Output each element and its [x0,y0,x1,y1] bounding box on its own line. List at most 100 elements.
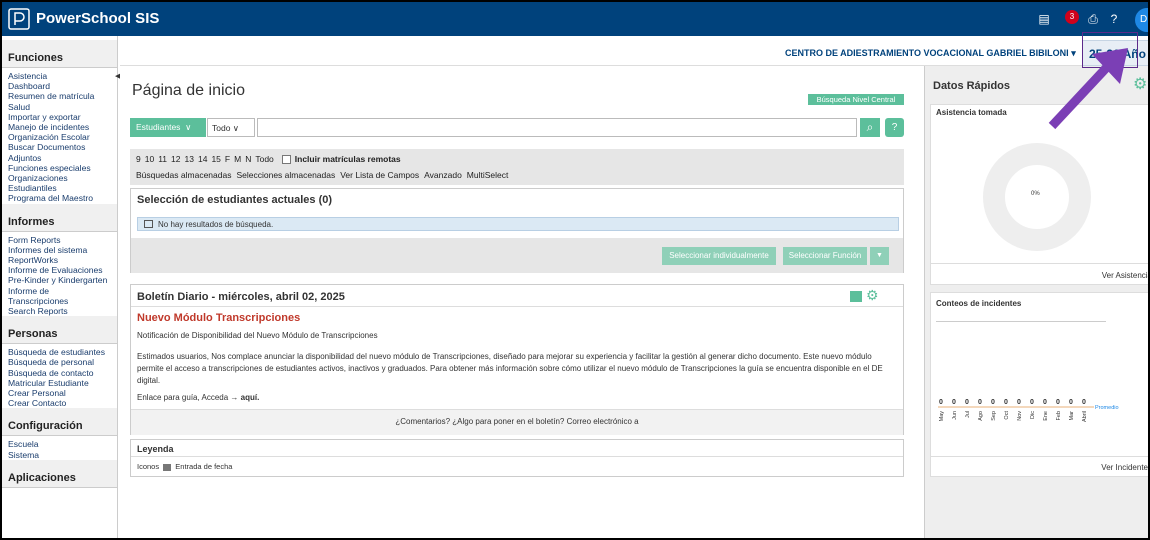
page-title: Página de inicio [132,82,245,99]
legend-icons-label: Iconos [137,462,160,471]
search-link[interactable]: Ver Lista de Campos [340,170,419,180]
select-individually-button[interactable]: Seleccionar individualmente [662,247,776,265]
sidebar-item[interactable]: Búsqueda de contacto [2,368,117,378]
notification-badge[interactable]: 3 [1065,10,1079,24]
grade-filter[interactable]: M [234,154,241,164]
grade-filter[interactable]: 11 [158,154,167,164]
school-bar: CENTRO DE ADIESTRAMIENTO VOCACIONAL GABR… [120,36,1148,66]
tick-label: Abril [1082,411,1088,422]
sidebar-section-title: Informes [2,203,117,232]
grade-filter[interactable]: 15 [211,154,220,164]
daily-bulletin: Boletín Diario - miércoles, abril 02, 20… [130,284,904,435]
gear-icon[interactable]: ⚙ [1133,74,1147,94]
search-link[interactable]: Selecciones almacenadas [236,170,335,180]
tick-label: Dic [1030,411,1036,419]
guide-text: Enlace para guía, Acceda → [137,393,239,402]
select-function-button[interactable]: Seleccionar Función [783,247,867,265]
incidents-panel: Conteos de incidentes 0 May 0 Jun 0 Jul 0 Ago 0 S… [930,292,1148,477]
function-dropdown-button[interactable]: ▼ [870,247,889,265]
bar-value: 0 [991,399,995,406]
grade-filter[interactable]: F [225,154,230,164]
guide-link[interactable]: aquí. [241,393,260,402]
calendar-icon[interactable] [850,291,862,302]
help-icon[interactable]: ? [1106,12,1122,26]
print-icon[interactable]: ⎙ [1085,12,1101,26]
selection-actions: Seleccionar individualmente Seleccionar … [131,238,903,273]
sidebar-item[interactable]: Búsqueda de estudiantes [2,347,117,357]
apps-icon[interactable]: ▤ [1036,12,1052,26]
bar-value: 0 [978,399,982,406]
search-help-icon[interactable]: ? [885,118,904,137]
search-link[interactable]: Avanzado [424,170,462,180]
grade-filter[interactable]: 13 [185,154,194,164]
sidebar-item[interactable]: Asistencia [2,71,117,81]
sidebar-item[interactable]: Buscar Documentos Adjuntos [2,142,117,162]
bar-value: 0 [1004,399,1008,406]
bulletin-headline: Nuevo Módulo Transcripciones [137,312,301,324]
search-type-label: Estudiantes [136,122,181,132]
search-row: Estudiantes ∨ Todo ∨ ⌕ ? [130,118,910,137]
main-content: Página de inicio Búsqueda Nivel Central … [120,66,910,538]
search-button[interactable]: ⌕ [860,118,880,137]
tick-label: Nov [1017,411,1023,421]
powerschool-logo[interactable] [8,8,30,30]
school-name: CENTRO DE ADIESTRAMIENTO VOCACIONAL GABR… [785,48,1069,58]
central-search-button[interactable]: Búsqueda Nivel Central [808,94,904,105]
sidebar-item[interactable]: Organizaciones Estudiantiles [2,173,117,193]
avatar[interactable]: DB [1135,8,1148,32]
grade-filter[interactable]: Todo [255,154,273,164]
incidents-chart: 0 May 0 Jun 0 Jul 0 Ago 0 Sep 0 Oct 0 Nov 0 Dic 0 Ene 0 Feb… [938,399,1119,422]
sidebar: Funciones Asistencia Dashboard Resumen de m… [2,36,118,538]
sidebar-item[interactable]: Informe de Evaluaciones Pre-Kinder y Kin… [2,265,117,285]
sidebar-item[interactable]: Resumen de matrícula [2,91,117,101]
sidebar-item[interactable]: Informes del sistema [2,245,117,255]
filter-bar: 9 10 11 12 13 14 15 F M N Todo Incluir matrículas r… [130,149,904,185]
sidebar-item[interactable]: Form Reports [2,235,117,245]
grade-filter[interactable]: 14 [198,154,207,164]
view-attendance-link[interactable]: Ver Asistencia [931,263,1148,285]
sidebar-item[interactable]: Manejo de incidentes [2,122,117,132]
search-scope-dropdown[interactable]: Todo ∨ [207,118,255,137]
bar-value: 0 [1056,399,1060,406]
sidebar-item[interactable]: Importar y exportar [2,112,117,122]
tick-label: Feb [1056,411,1062,420]
sidebar-item[interactable]: ReportWorks [2,255,117,265]
sidebar-item[interactable]: Dashboard [2,81,117,91]
search-link[interactable]: MultiSelect [467,170,509,180]
search-link[interactable]: Búsquedas almacenadas [136,170,231,180]
grade-filter[interactable]: N [245,154,251,164]
search-type-dropdown[interactable]: Estudiantes ∨ [130,118,206,137]
sidebar-item[interactable]: Funciones especiales [2,163,117,173]
sidebar-item[interactable]: Sistema [2,450,117,460]
tick-label: Ene [1043,411,1049,421]
tick-label: Mar [1069,411,1075,421]
bar-value: 0 [965,399,969,406]
school-selector[interactable]: CENTRO DE ADIESTRAMIENTO VOCACIONAL GABR… [785,48,1076,59]
search-input[interactable] [257,118,857,137]
sidebar-section-title: Aplicaciones [2,459,117,488]
sidebar-item[interactable]: Search Reports [2,306,117,316]
sidebar-item[interactable]: Crear Personal [2,388,117,398]
view-incidents-link[interactable]: Ver Incidentes [931,456,1148,477]
sidebar-item[interactable]: Organización Escolar [2,132,117,142]
remote-checkbox[interactable] [281,155,291,165]
bulletin-title: Boletín Diario - miércoles, abril 02, 20… [137,291,345,303]
app-window: PowerSchool SIS ▤ 3 ⎙ ? DB CENTRO DE ADI… [0,0,1150,540]
sidebar-item[interactable]: Salud [2,102,117,112]
sidebar-item[interactable]: Búsqueda de personal [2,357,117,367]
grade-filter[interactable]: 10 [145,154,154,164]
legend: Leyenda Iconos Entrada de fecha [130,439,904,477]
sidebar-item[interactable]: Matricular Estudiante [2,378,117,388]
sidebar-item[interactable]: Crear Contacto [2,398,117,408]
bar-value: 0 [1069,399,1073,406]
grade-filter[interactable]: 9 [136,154,141,164]
gear-icon[interactable]: ⚙ [866,287,879,304]
bar-value: 0 [952,399,956,406]
sidebar-item[interactable]: Programa del Maestro [2,193,117,203]
sidebar-item[interactable]: Informe de Transcripciones [2,286,117,306]
legend-date-entry: Entrada de fecha [175,462,233,471]
sidebar-item[interactable]: Escuela [2,439,117,449]
brand-name: PowerSchool SIS [36,10,160,27]
bulletin-footer: ¿Comentarios? ¿Algo para poner en el bol… [131,409,903,435]
grade-filter[interactable]: 12 [171,154,180,164]
